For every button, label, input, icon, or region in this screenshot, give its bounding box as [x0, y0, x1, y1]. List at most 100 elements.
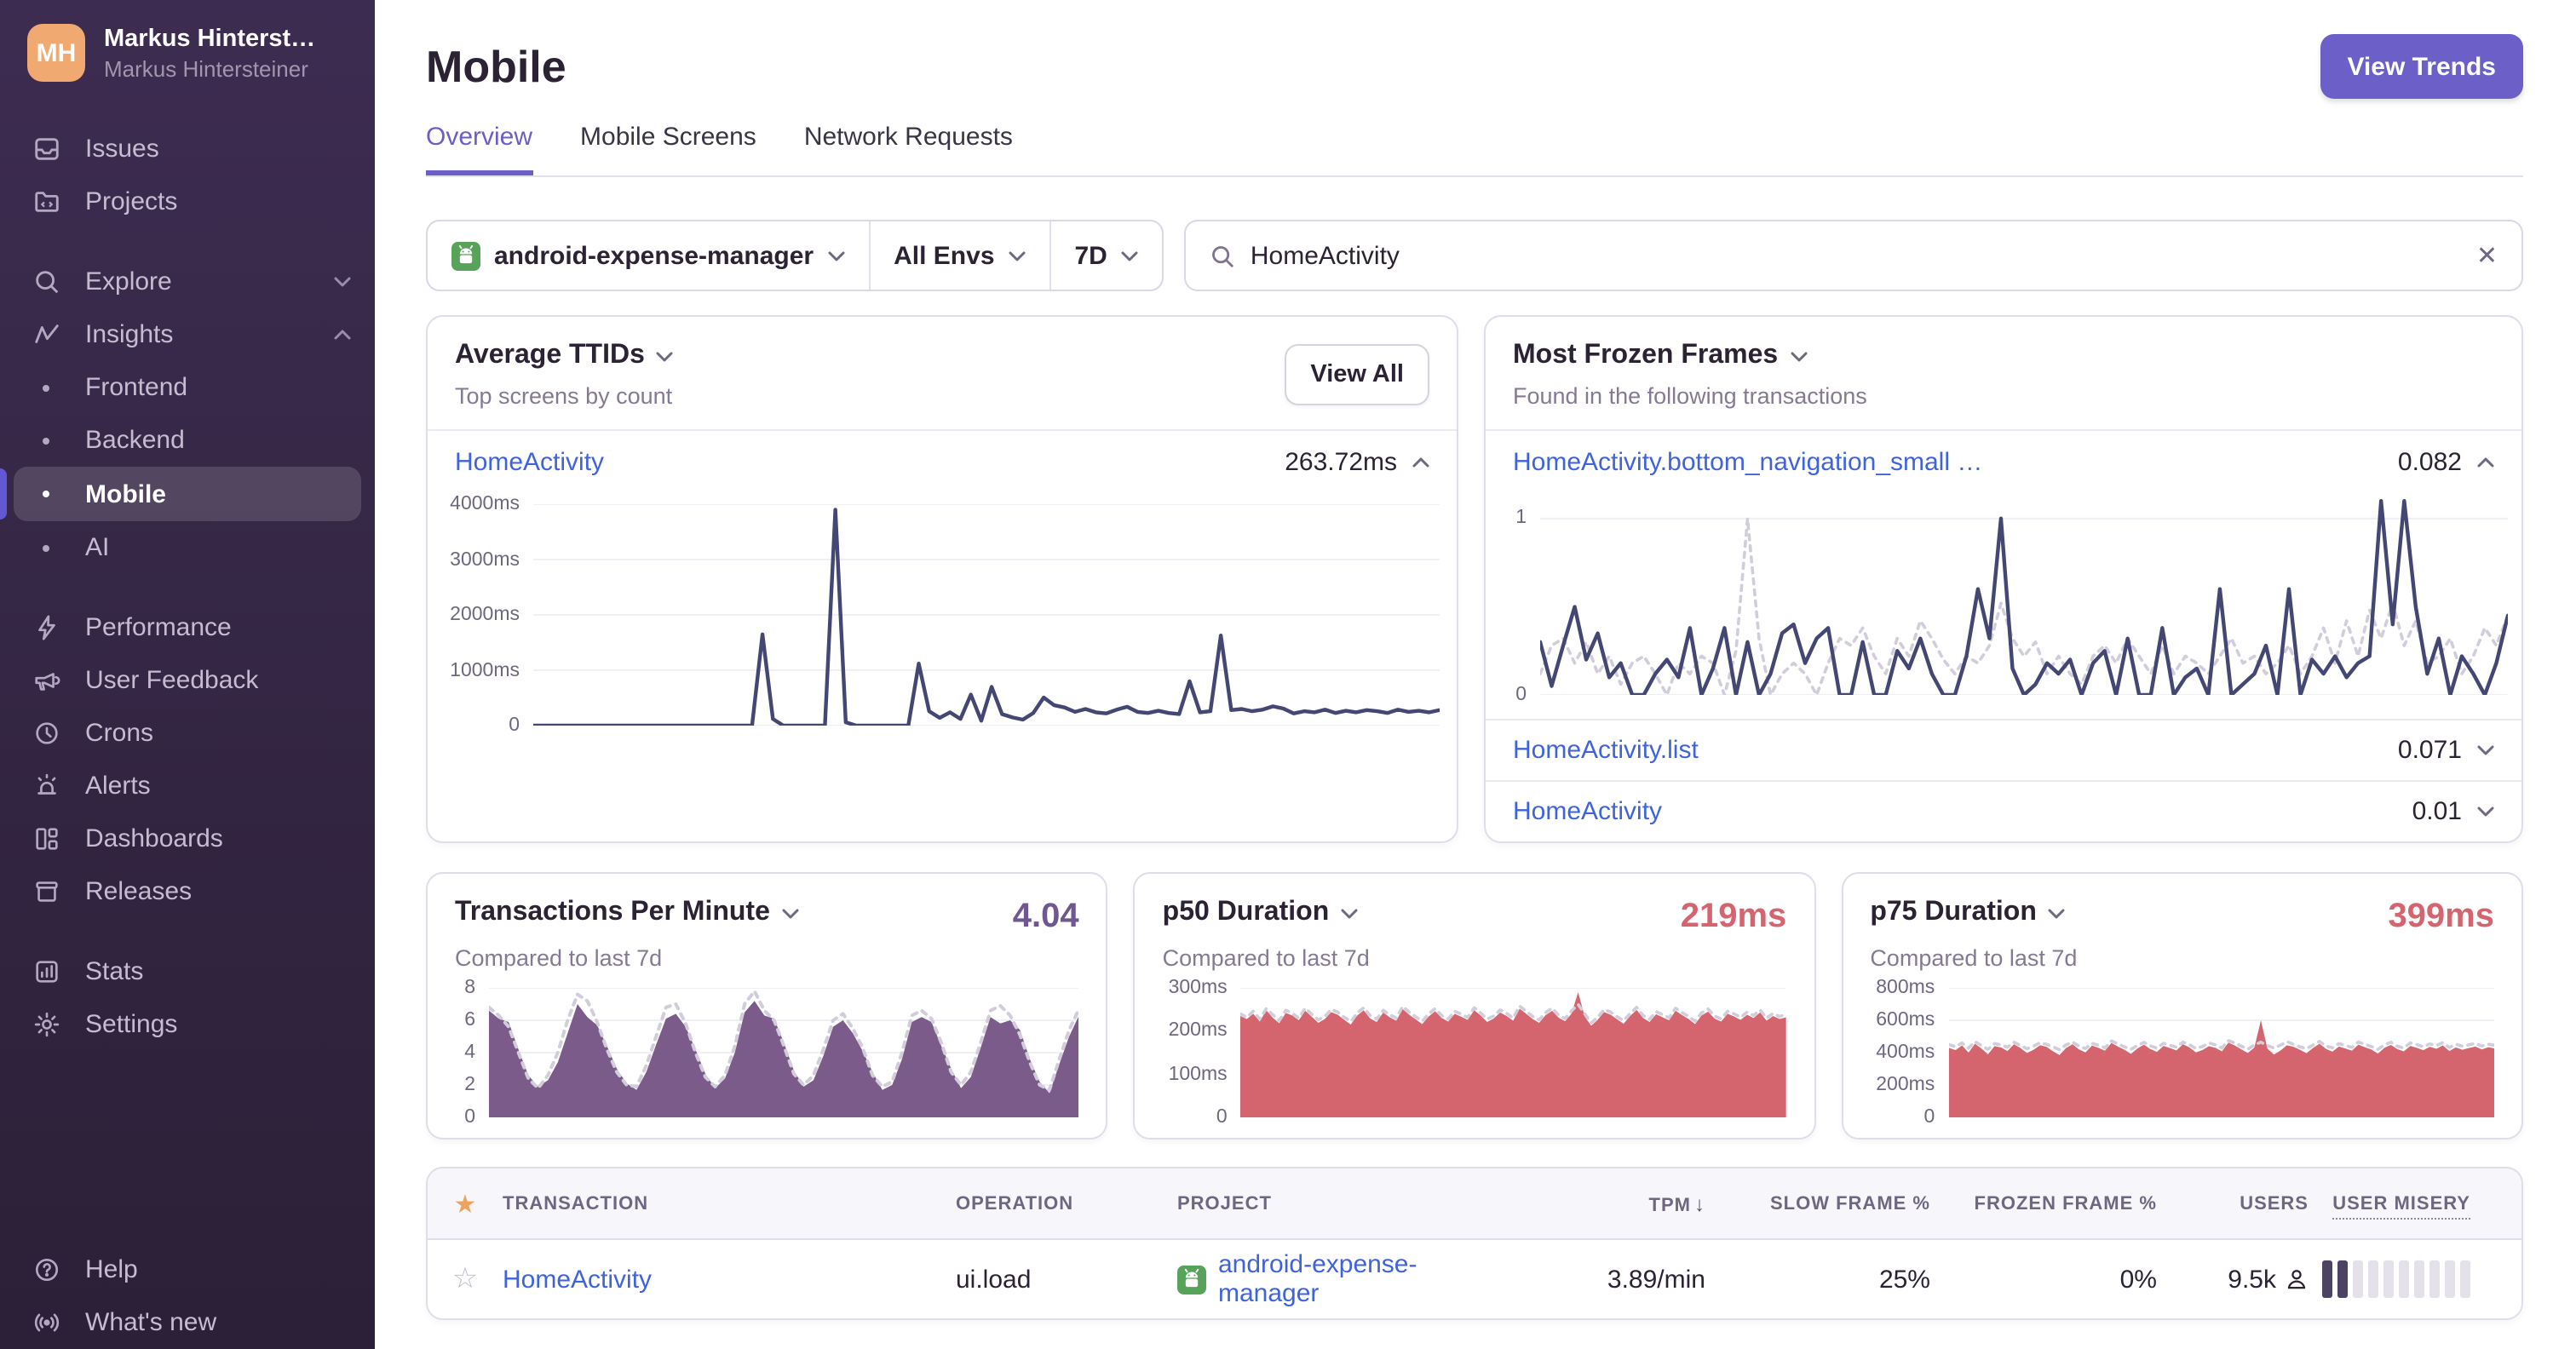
column-operation[interactable]: OPERATION	[956, 1193, 1177, 1214]
environment-value: All Envs	[894, 241, 995, 270]
sidebar-item-insights[interactable]: Insights	[0, 308, 375, 361]
clear-search-icon[interactable]: ✕	[2476, 240, 2498, 271]
sidebar-item-help[interactable]: Help	[0, 1243, 375, 1296]
tpm-title-dropdown[interactable]: Transactions Per Minute	[455, 898, 799, 928]
gear-icon	[31, 1009, 61, 1040]
org-user-switcher[interactable]: MH Markus Hinterst… Markus Hintersteiner	[0, 24, 375, 82]
transaction-link[interactable]: HomeActivity.list	[1513, 736, 1699, 765]
search-input[interactable]: HomeActivity ✕	[1183, 220, 2523, 291]
chevron-down-icon	[334, 276, 351, 288]
collapse-chevron-icon[interactable]	[2477, 456, 2494, 468]
sidebar-item-dashboards[interactable]: Dashboards	[0, 812, 375, 865]
dashboards-icon	[31, 824, 61, 854]
expand-chevron-icon[interactable]	[2477, 744, 2494, 756]
search-icon	[1210, 243, 1235, 268]
user-icon	[2287, 1270, 2306, 1289]
tpm-chart: 86420	[455, 978, 1079, 1128]
table-row[interactable]: ☆ HomeActivity ui.load android-expense-m…	[428, 1240, 2521, 1318]
p75-duration-card: p75 Duration 399ms Compared to last 7d 8…	[1841, 872, 2523, 1139]
sidebar-item-frontend[interactable]: Frontend	[0, 361, 375, 414]
sidebar-item-label: What's new	[85, 1308, 217, 1337]
average-ttids-card: Average TTIDs Top screens by count View …	[426, 315, 1458, 843]
date-range-selector[interactable]: 7D	[1051, 221, 1162, 290]
sidebar-item-label: Backend	[85, 426, 185, 455]
collapse-chevron-icon[interactable]	[1412, 456, 1429, 468]
column-frozen-frame[interactable]: FROZEN FRAME %	[1930, 1193, 2157, 1214]
tab-mobile-screens[interactable]: Mobile Screens	[580, 123, 756, 175]
sidebar-item-whats-new[interactable]: What's new	[0, 1296, 375, 1349]
transaction-link[interactable]: HomeActivity	[503, 1265, 652, 1294]
sidebar-item-label: Stats	[85, 957, 144, 986]
project-cell[interactable]: android-expense-manager	[1177, 1250, 1501, 1308]
column-tpm[interactable]: TPM ↓	[1501, 1191, 1705, 1215]
chevron-down-icon	[1009, 250, 1026, 261]
p50-duration-card: p50 Duration 219ms Compared to last 7d 3…	[1133, 872, 1816, 1139]
view-all-button[interactable]: View All	[1285, 344, 1429, 405]
sidebar-item-mobile[interactable]: Mobile	[0, 467, 361, 521]
p75-chart-plot	[1948, 988, 2494, 1117]
project-selector[interactable]: android-expense-manager	[428, 221, 868, 290]
transaction-link[interactable]: HomeActivity.bottom_navigation_small …	[1513, 448, 1982, 477]
transaction-link[interactable]: HomeActivity	[1513, 797, 1662, 826]
sidebar-item-backend[interactable]: Backend	[0, 414, 375, 467]
table-header: ★ TRANSACTION OPERATION PROJECT TPM ↓ SLO…	[428, 1168, 2521, 1240]
p50-chart: 300ms 200ms 100ms 0	[1163, 978, 1787, 1128]
sidebar-item-ai[interactable]: AI	[0, 521, 375, 574]
expand-chevron-icon[interactable]	[2477, 806, 2494, 818]
environment-selector[interactable]: All Envs	[870, 221, 1049, 290]
tpm-cell: 3.89/min	[1607, 1265, 1705, 1294]
frozen-frames-chart: 10	[1499, 497, 2508, 705]
transaction-link[interactable]: HomeActivity	[455, 448, 604, 477]
tab-overview[interactable]: Overview	[426, 123, 533, 175]
p50-value: 219ms	[1680, 898, 1787, 935]
sidebar-item-explore[interactable]: Explore	[0, 255, 375, 308]
sidebar-item-user-feedback[interactable]: User Feedback	[0, 654, 375, 707]
most-frozen-frames-card: Most Frozen Frames Found in the followin…	[1484, 315, 2523, 843]
sidebar-item-issues[interactable]: Issues	[0, 123, 375, 175]
user-org: Markus Hintersteiner	[104, 55, 308, 81]
insights-icon	[31, 319, 61, 350]
favorite-star-icon[interactable]: ☆	[428, 1262, 503, 1296]
date-range-value: 7D	[1074, 241, 1107, 270]
frozen-frames-title-dropdown[interactable]: Most Frozen Frames	[1513, 341, 1867, 371]
p75-title-dropdown[interactable]: p75 Duration	[1870, 898, 2066, 928]
tab-network-requests[interactable]: Network Requests	[804, 123, 1013, 175]
column-user-misery[interactable]: USER MISERY	[2309, 1193, 2470, 1219]
p50-title-dropdown[interactable]: p50 Duration	[1163, 898, 1359, 928]
column-project[interactable]: PROJECT	[1177, 1193, 1501, 1214]
tab-bar: Overview Mobile Screens Network Requests	[426, 123, 2523, 177]
ttid-chart: 4000ms 3000ms 2000ms 1000ms 0	[438, 494, 1440, 736]
broadcast-icon	[31, 1307, 61, 1338]
chevron-down-icon	[2049, 907, 2066, 919]
column-users[interactable]: USERS	[2157, 1193, 2309, 1214]
sidebar-footer: Help What's new	[0, 1243, 375, 1349]
column-slow-frame[interactable]: SLOW FRAME %	[1705, 1193, 1930, 1214]
frozen-rate-value: 0.071	[2397, 736, 2462, 765]
card-subtitle: Compared to last 7d	[1162, 945, 1370, 971]
explore-icon	[31, 267, 61, 297]
sidebar-item-crons[interactable]: Crons	[0, 707, 375, 760]
sidebar-item-performance[interactable]: Performance	[0, 601, 375, 654]
sidebar-item-settings[interactable]: Settings	[0, 998, 375, 1051]
column-transaction[interactable]: TRANSACTION	[503, 1193, 956, 1214]
sidebar-item-stats[interactable]: Stats	[0, 945, 375, 998]
sidebar-item-alerts[interactable]: Alerts	[0, 760, 375, 812]
sidebar-item-projects[interactable]: Projects	[0, 175, 375, 228]
project-link[interactable]: android-expense-manager	[1218, 1250, 1501, 1308]
frozen-frame-cell: 0%	[2119, 1265, 2157, 1294]
user-name: Markus Hinterst…	[104, 25, 316, 52]
p75-value: 399ms	[2388, 898, 2494, 935]
sidebar-item-label: Crons	[85, 719, 154, 748]
sidebar-item-label: Insights	[85, 320, 174, 349]
frozen-row: HomeActivity.list 0.071	[1486, 719, 2521, 780]
sidebar-item-label: Help	[85, 1255, 138, 1284]
siren-icon	[31, 771, 61, 801]
sidebar: MH Markus Hinterst… Markus Hintersteiner…	[0, 0, 375, 1349]
view-trends-button[interactable]: View Trends	[2320, 34, 2523, 99]
sidebar-nav: Issues Projects Explore Insights Fronten…	[0, 123, 375, 1051]
p75-chart-yaxis: 800ms 600ms 400ms 200ms 0	[1876, 978, 1935, 1128]
chevron-down-icon	[782, 907, 799, 919]
sidebar-item-releases[interactable]: Releases	[0, 865, 375, 918]
average-ttids-title-dropdown[interactable]: Average TTIDs	[455, 341, 674, 371]
app-root: MH Markus Hinterst… Markus Hintersteiner…	[0, 0, 2576, 1349]
